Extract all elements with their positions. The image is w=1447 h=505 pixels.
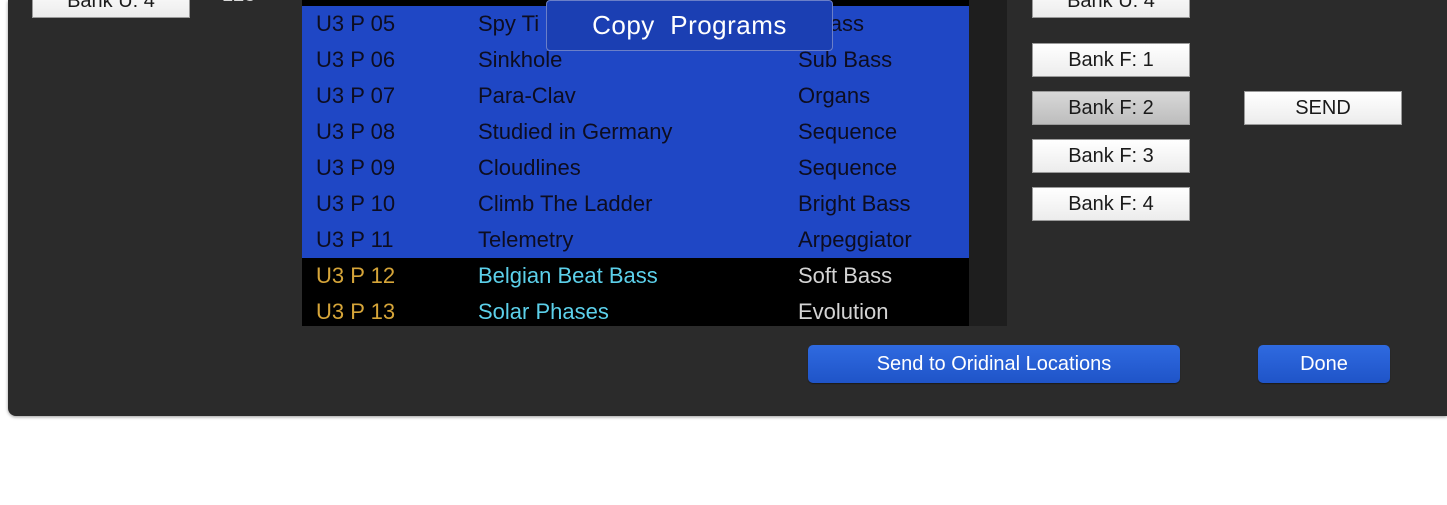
program-row[interactable]: U3 P 10 Climb The Ladder Bright Bass	[302, 186, 969, 222]
bank-f3-button[interactable]: Bank F: 3	[1032, 139, 1190, 173]
bank-f1-button[interactable]: Bank F: 1	[1032, 43, 1190, 77]
bank-u4-label: Bank U: 4	[1067, 0, 1155, 12]
done-button[interactable]: Done	[1258, 345, 1390, 383]
program-name: Climb The Ladder	[478, 191, 653, 216]
program-name: Belgian Beat Bass	[478, 263, 658, 288]
program-location: U3 P 13	[316, 299, 396, 324]
program-category: Bright Bass	[798, 191, 911, 216]
left-bank-u4-label: Bank U: 4	[67, 0, 155, 12]
program-row[interactable]: U3 P 13 Solar Phases Evolution	[302, 294, 969, 326]
program-category: Organs	[798, 83, 871, 108]
bank-f2-button[interactable]: Bank F: 2	[1032, 91, 1190, 125]
bank-f4-button[interactable]: Bank F: 4	[1032, 187, 1190, 221]
program-row[interactable]: U3 P 11 Telemetry Arpeggiator	[302, 222, 969, 258]
program-location: U3 P 11	[316, 227, 394, 252]
program-location: U3 P 10	[316, 191, 396, 216]
program-row[interactable]: U3 P 12 Belgian Beat Bass Soft Bass	[302, 258, 969, 294]
program-name: Telemetry	[478, 227, 574, 252]
program-location: U3 P 05	[316, 11, 396, 36]
send-label: SEND	[1295, 96, 1351, 119]
program-category: Sequence	[798, 155, 898, 180]
program-row[interactable]: U3 P 09 Cloudlines Sequence	[302, 150, 969, 186]
program-location: U3 P 09	[316, 155, 396, 180]
copy-programs-overlay: Copy Programs	[546, 0, 833, 51]
send-to-original-locations-label: Send to Oridinal Locations	[876, 352, 1112, 375]
program-row[interactable]: U3 P 07 Para-Clav Organs	[302, 78, 969, 114]
bank-f3-label: Bank F: 3	[1068, 144, 1154, 167]
program-category: Soft Bass	[798, 263, 893, 288]
bank-u4-button[interactable]: Bank U: 4	[1032, 0, 1190, 18]
program-row[interactable]: U3 P 08 Studied in Germany Sequence	[302, 114, 969, 150]
program-category: Sequence	[798, 119, 898, 144]
program-location: U3 P 08	[316, 119, 396, 144]
program-location: U3 P 12	[316, 263, 396, 288]
bank-f4-label: Bank F: 4	[1068, 192, 1154, 215]
bank-f1-label: Bank F: 1	[1068, 48, 1154, 71]
program-location: U3 P 07	[316, 83, 396, 108]
bank-f2-label: Bank F: 2	[1068, 96, 1154, 119]
copy-programs-label: Copy Programs	[592, 10, 787, 40]
program-name: Solar Phases	[478, 299, 609, 324]
send-button[interactable]: SEND	[1244, 91, 1402, 125]
program-name: Studied in Germany	[478, 119, 673, 144]
program-name: Cloudlines	[478, 155, 581, 180]
program-count: 128	[222, 0, 255, 7]
program-name: Spy Ti	[478, 11, 540, 36]
program-category: Evolution	[798, 299, 889, 324]
program-location: U3 P 06	[316, 47, 396, 72]
program-category: Arpeggiator	[798, 227, 912, 252]
left-bank-u4-button[interactable]: Bank U: 4	[32, 0, 190, 18]
program-name: Para-Clav	[478, 83, 576, 108]
copy-programs-dialog: Bank U: 4 128 U3 P 05Spy Tis BassU3 P 06…	[8, 0, 1447, 416]
send-to-original-locations-button[interactable]: Send to Oridinal Locations	[808, 345, 1180, 383]
done-label: Done	[1300, 352, 1348, 375]
list-scrollbar[interactable]	[969, 0, 1007, 326]
